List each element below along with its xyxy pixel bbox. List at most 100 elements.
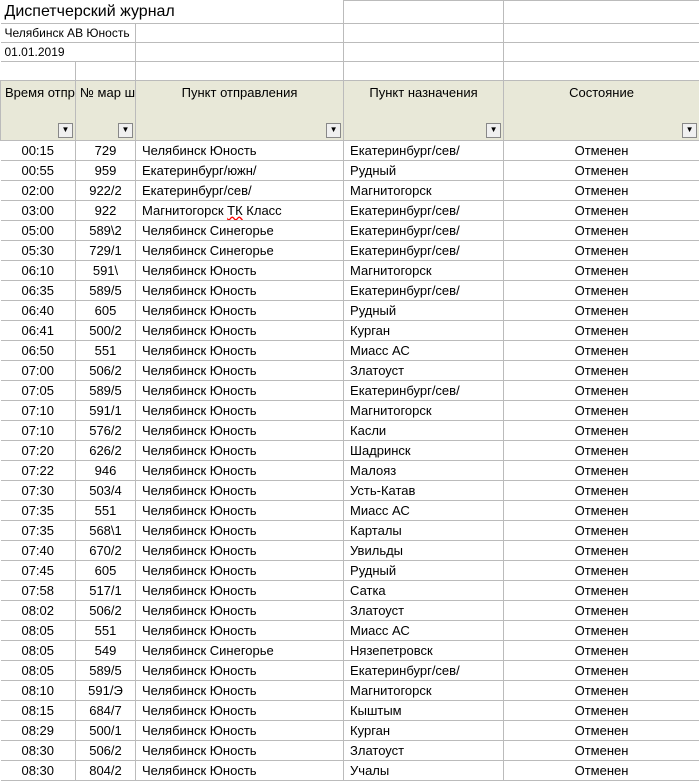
filter-dropdown-destination[interactable]: ▼ <box>486 123 501 138</box>
cell-time: 06:10 <box>1 260 76 280</box>
cell-time: 07:22 <box>1 460 76 480</box>
cell-destination: Екатеринбург/сев/ <box>344 280 504 300</box>
cell-route: 551 <box>76 340 136 360</box>
cell-status: Отменен <box>504 620 699 640</box>
table-row: 03:00922Магнитогорск ТК КлассЕкатеринбур… <box>1 200 699 220</box>
cell-status: Отменен <box>504 220 699 240</box>
cell-time: 07:10 <box>1 420 76 440</box>
cell-status: Отменен <box>504 380 699 400</box>
station-row: Челябинск АВ Юность <box>1 23 699 42</box>
filter-dropdown-status[interactable]: ▼ <box>682 123 697 138</box>
cell-time: 07:30 <box>1 480 76 500</box>
col-header-time: Время отпр. ▼ <box>1 80 76 140</box>
cell-departure: Челябинск Юность <box>136 580 344 600</box>
cell-route: 946 <box>76 460 136 480</box>
cell-destination: Златоуст <box>344 740 504 760</box>
table-row: 07:35551Челябинск ЮностьМиасс АСОтменен <box>1 500 699 520</box>
table-row: 08:02506/2Челябинск ЮностьЗлатоустОтмене… <box>1 600 699 620</box>
cell-route: 589/5 <box>76 280 136 300</box>
cell-status: Отменен <box>504 480 699 500</box>
cell-route: 959 <box>76 160 136 180</box>
cell-route: 506/2 <box>76 740 136 760</box>
cell-status: Отменен <box>504 600 699 620</box>
cell-time: 02:00 <box>1 180 76 200</box>
table-row: 00:15729Челябинск ЮностьЕкатеринбург/сев… <box>1 140 699 160</box>
cell-status: Отменен <box>504 760 699 780</box>
cell-destination: Малояз <box>344 460 504 480</box>
filter-dropdown-departure[interactable]: ▼ <box>326 123 341 138</box>
cell-status: Отменен <box>504 660 699 680</box>
cell-departure: Челябинск Юность <box>136 260 344 280</box>
cell-destination: Курган <box>344 320 504 340</box>
title-row: Диспетчерский журнал <box>1 1 699 24</box>
cell-time: 08:05 <box>1 640 76 660</box>
cell-time: 00:55 <box>1 160 76 180</box>
cell-route: 591/1 <box>76 400 136 420</box>
cell-destination: Екатеринбург/сев/ <box>344 380 504 400</box>
filter-dropdown-time[interactable]: ▼ <box>58 123 73 138</box>
cell-status: Отменен <box>504 340 699 360</box>
cell-route: 591/Э <box>76 680 136 700</box>
table-row: 07:40670/2Челябинск ЮностьУвильдыОтменен <box>1 540 699 560</box>
cell-destination: Шадринск <box>344 440 504 460</box>
cell-status: Отменен <box>504 320 699 340</box>
table-row: 06:10591\Челябинск ЮностьМагнитогорскОтм… <box>1 260 699 280</box>
table-row: 08:30506/2Челябинск ЮностьЗлатоустОтмене… <box>1 740 699 760</box>
table-row: 07:22946Челябинск ЮностьМалоязОтменен <box>1 460 699 480</box>
cell-time: 00:15 <box>1 140 76 160</box>
cell-departure: Челябинск Юность <box>136 140 344 160</box>
cell-time: 07:00 <box>1 360 76 380</box>
cell-status: Отменен <box>504 420 699 440</box>
table-row: 07:58517/1Челябинск ЮностьСаткаОтменен <box>1 580 699 600</box>
cell-status: Отменен <box>504 200 699 220</box>
table-row: 08:05589/5Челябинск ЮностьЕкатеринбург/с… <box>1 660 699 680</box>
cell-departure: Челябинск Юность <box>136 480 344 500</box>
table-row: 07:30503/4Челябинск ЮностьУсть-КатавОтме… <box>1 480 699 500</box>
table-row: 06:35589/5Челябинск ЮностьЕкатеринбург/с… <box>1 280 699 300</box>
cell-route: 589/5 <box>76 380 136 400</box>
cell-destination: Златоуст <box>344 600 504 620</box>
cell-time: 07:05 <box>1 380 76 400</box>
filter-dropdown-route[interactable]: ▼ <box>118 123 133 138</box>
table-row: 02:00922/2Екатеринбург/сев/МагнитогорскО… <box>1 180 699 200</box>
cell-route: 549 <box>76 640 136 660</box>
cell-status: Отменен <box>504 560 699 580</box>
cell-route: 922/2 <box>76 180 136 200</box>
cell-route: 517/1 <box>76 580 136 600</box>
cell-status: Отменен <box>504 360 699 380</box>
cell-departure: Челябинск Синегорье <box>136 240 344 260</box>
cell-destination: Кыштым <box>344 700 504 720</box>
cell-status: Отменен <box>504 460 699 480</box>
table-row: 05:30729/1Челябинск СинегорьеЕкатеринбур… <box>1 240 699 260</box>
table-header: Время отпр. ▼ № мар шр. ▼ Пункт отправле… <box>1 80 699 140</box>
table-row: 00:55959Екатеринбург/южн/РудныйОтменен <box>1 160 699 180</box>
cell-departure: Челябинск Юность <box>136 740 344 760</box>
cell-departure: Челябинск Юность <box>136 280 344 300</box>
cell-time: 08:05 <box>1 660 76 680</box>
cell-departure: Челябинск Юность <box>136 360 344 380</box>
cell-destination: Екатеринбург/сев/ <box>344 220 504 240</box>
station-name: Челябинск АВ Юность <box>1 23 136 42</box>
cell-departure: Челябинск Юность <box>136 400 344 420</box>
cell-route: 670/2 <box>76 540 136 560</box>
cell-time: 08:05 <box>1 620 76 640</box>
cell-route: 605 <box>76 560 136 580</box>
journal-date: 01.01.2019 <box>1 42 136 61</box>
cell-destination: Рудный <box>344 160 504 180</box>
cell-destination: Миасс АС <box>344 340 504 360</box>
cell-route: 591\ <box>76 260 136 280</box>
cell-route: 551 <box>76 620 136 640</box>
cell-status: Отменен <box>504 140 699 160</box>
cell-departure: Магнитогорск ТК Класс <box>136 200 344 220</box>
cell-departure: Челябинск Юность <box>136 520 344 540</box>
cell-time: 08:30 <box>1 740 76 760</box>
cell-status: Отменен <box>504 700 699 720</box>
col-header-status: Состояние ▼ <box>504 80 699 140</box>
cell-destination: Екатеринбург/сев/ <box>344 240 504 260</box>
cell-departure: Екатеринбург/южн/ <box>136 160 344 180</box>
cell-destination: Магнитогорск <box>344 260 504 280</box>
cell-time: 08:29 <box>1 720 76 740</box>
table-row: 08:29500/1Челябинск ЮностьКурганОтменен <box>1 720 699 740</box>
page-title: Диспетчерский журнал <box>1 1 344 24</box>
cell-route: 568\1 <box>76 520 136 540</box>
